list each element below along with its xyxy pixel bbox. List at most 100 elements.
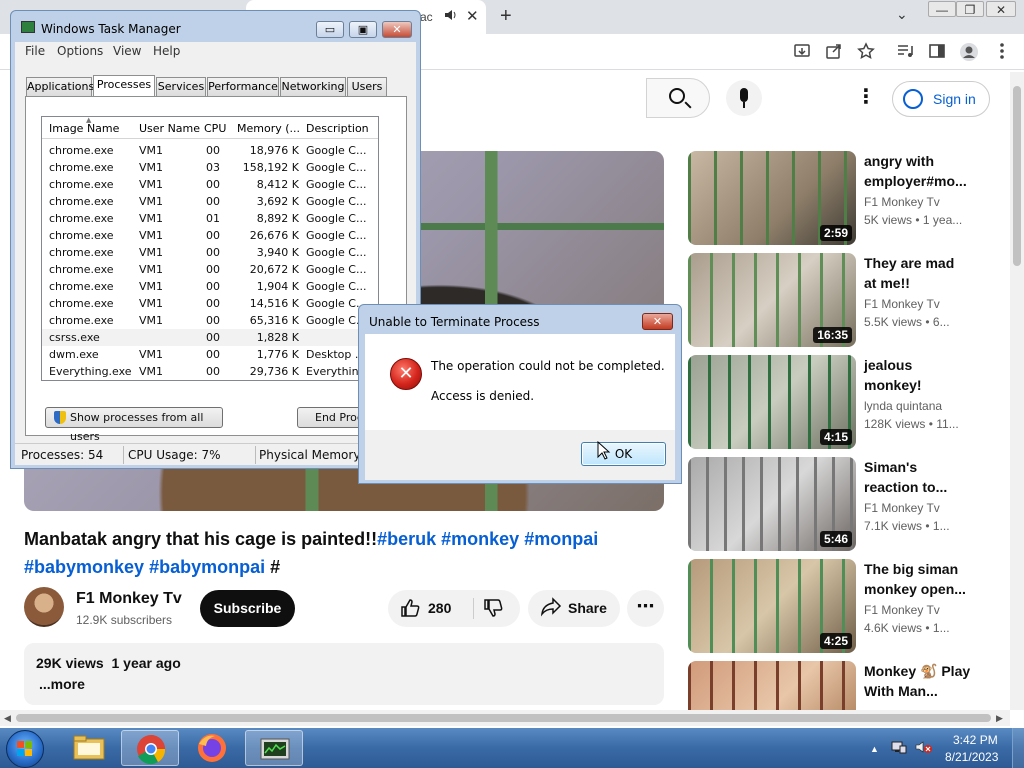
more-actions-button[interactable]: ⋯ (627, 590, 664, 627)
speaker-icon[interactable] (444, 9, 458, 24)
show-all-processes-button[interactable]: Show processes from all users (45, 407, 223, 443)
table-row[interactable]: chrome.exe VM1 00 1,904 K Google C... (42, 278, 378, 295)
video-thumbnail[interactable]: 2:59 (688, 151, 856, 245)
recommended-video[interactable]: 4:15 jealous monkey! lynda quintana 128K … (688, 355, 988, 449)
column-cpu[interactable]: CPU (204, 122, 226, 135)
table-row[interactable]: chrome.exe VM1 00 14,516 K Google C... (42, 295, 378, 312)
recommended-title[interactable]: angry with employer#mo... (864, 151, 974, 191)
video-thumbnail[interactable]: 5:46 (688, 457, 856, 551)
settings-more-icon[interactable]: ⋮ (856, 84, 876, 109)
video-thumbnail[interactable]: 4:15 (688, 355, 856, 449)
subscribe-button[interactable]: Subscribe (200, 590, 295, 627)
tray-expand-icon[interactable]: ▲ (870, 744, 879, 754)
table-row[interactable]: chrome.exe VM1 00 3,692 K Google C... (42, 193, 378, 210)
thumbs-up-icon[interactable] (400, 598, 420, 623)
menu-file[interactable]: File (25, 44, 45, 58)
channel-name[interactable]: F1 Monkey Tv (76, 590, 182, 608)
table-row[interactable]: explorer.exeVM10012,660 KWindows ... (42, 380, 379, 381)
table-row[interactable]: chrome.exe VM1 01 8,892 K Google C... (42, 210, 378, 227)
clock-date[interactable]: 8/21/2023 (945, 750, 998, 764)
tab-networking[interactable]: Networking (280, 77, 346, 96)
clock-time[interactable]: 3:42 PM (953, 733, 998, 747)
menu-options[interactable]: Options (57, 44, 103, 58)
video-thumbnail[interactable] (688, 661, 856, 710)
tab-services[interactable]: Services (156, 77, 206, 96)
recommended-video[interactable]: 2:59 angry with employer#mo... F1 Monkey … (688, 151, 988, 245)
table-row[interactable]: chrome.exe VM1 00 18,976 K Google C... (42, 142, 378, 159)
dialog-close-button[interactable]: ✕ (642, 313, 673, 330)
hashtag-link[interactable]: #monkey (441, 529, 519, 549)
table-row[interactable]: chrome.exe VM1 00 65,316 K Google C... (42, 312, 378, 329)
tab-applications[interactable]: Applications (26, 77, 94, 96)
side-panel-icon[interactable] (926, 42, 948, 62)
table-row[interactable]: chrome.exe VM1 00 3,940 K Google C... (42, 244, 378, 261)
browser-close-button[interactable]: ✕ (986, 1, 1016, 17)
tab-performance[interactable]: Performance (207, 77, 279, 96)
file-explorer-icon[interactable] (60, 730, 118, 766)
scrollbar-thumb[interactable] (16, 714, 991, 722)
recommended-title[interactable]: Monkey 🐒 Play With Man... (864, 661, 974, 701)
start-button[interactable] (6, 730, 44, 768)
voice-search-button[interactable] (726, 80, 762, 116)
chrome-icon[interactable] (121, 730, 179, 766)
table-row[interactable]: chrome.exe VM1 03 158,192 K Google C... (42, 159, 378, 176)
scroll-left-icon[interactable]: ◀ (4, 713, 11, 724)
browser-menu-icon[interactable] (991, 42, 1013, 62)
hashtag-link[interactable]: #babymonkey (24, 557, 144, 577)
menu-view[interactable]: View (113, 44, 141, 58)
search-button[interactable] (646, 78, 710, 118)
show-more-link[interactable]: ...more (39, 676, 85, 692)
recommended-video[interactable]: 16:35 They are mad at me!! F1 Monkey Tv 5… (688, 253, 988, 347)
column-description[interactable]: Description (306, 122, 369, 135)
show-desktop-button[interactable] (1012, 728, 1024, 768)
task-manager-icon[interactable] (245, 730, 303, 766)
close-button[interactable]: ✕ (382, 21, 412, 38)
description-box[interactable]: 29K views 1 year ago ...more (24, 643, 664, 705)
sign-in-button[interactable]: Sign in (892, 81, 990, 117)
tab-search-icon[interactable]: ⌄ (896, 6, 908, 23)
recommended-video[interactable]: 4:25 The big siman monkey open... F1 Monk… (688, 559, 988, 653)
hashtag-link[interactable]: #monpai (524, 529, 598, 549)
recommended-video[interactable]: Monkey 🐒 Play With Man... (688, 661, 988, 710)
share-button[interactable]: Share (528, 590, 620, 627)
recommended-title[interactable]: Siman's reaction to... (864, 457, 974, 497)
bookmark-star-icon[interactable] (855, 42, 877, 62)
channel-avatar[interactable] (24, 587, 64, 627)
hashtag-link[interactable]: #babymonpai (149, 557, 265, 577)
video-thumbnail[interactable]: 16:35 (688, 253, 856, 347)
table-row[interactable]: chrome.exe VM1 00 8,412 K Google C... (42, 176, 378, 193)
page-horizontal-scrollbar[interactable]: ◀ ▶ (0, 710, 1010, 726)
thumbs-down-icon[interactable] (483, 598, 503, 623)
tab-close-icon[interactable]: ✕ (466, 7, 479, 25)
recommended-title[interactable]: The big siman monkey open... (864, 559, 974, 599)
recommended-video[interactable]: 5:46 Siman's reaction to... F1 Monkey Tv … (688, 457, 988, 551)
column-user-name[interactable]: User Name (139, 122, 200, 135)
video-thumbnail[interactable]: 4:25 (688, 559, 856, 653)
share-icon[interactable] (823, 42, 845, 62)
process-list[interactable]: ▲ Image Name User Name CPU Memory (... D… (41, 116, 379, 381)
menu-help[interactable]: Help (153, 44, 180, 58)
media-controls-icon[interactable] (894, 42, 916, 62)
minimize-button[interactable]: ▭ (316, 21, 344, 38)
browser-minimize-button[interactable]: — (928, 1, 956, 17)
network-icon[interactable] (891, 740, 907, 757)
volume-muted-icon[interactable] (915, 740, 933, 757)
maximize-button[interactable]: ▣ (349, 21, 377, 38)
recommended-title[interactable]: They are mad at me!! (864, 253, 974, 293)
install-app-icon[interactable] (791, 42, 813, 62)
new-tab-button[interactable]: + (500, 5, 512, 28)
tab-processes[interactable]: Processes (93, 75, 155, 98)
recommended-title[interactable]: jealous monkey! (864, 355, 974, 395)
table-row[interactable]: chrome.exe VM1 00 20,672 K Google C... (42, 261, 378, 278)
table-row[interactable]: Everything.exe VM1 00 29,736 K Everything (42, 363, 378, 380)
profile-icon[interactable] (958, 42, 980, 62)
column-memory[interactable]: Memory (... (237, 122, 299, 135)
table-row[interactable]: csrss.exe 00 1,828 K (42, 329, 378, 346)
browser-restore-button[interactable]: ❐ (956, 1, 984, 17)
task-manager-titlebar[interactable]: Windows Task Manager ▭ ▣ ✕ (11, 11, 420, 41)
hashtag-link[interactable]: #beruk (377, 529, 436, 549)
page-vertical-scrollbar[interactable] (1010, 72, 1024, 710)
table-row[interactable]: chrome.exe VM1 00 26,676 K Google C... (42, 227, 378, 244)
tab-users[interactable]: Users (347, 77, 387, 96)
scroll-right-icon[interactable]: ▶ (996, 713, 1003, 724)
